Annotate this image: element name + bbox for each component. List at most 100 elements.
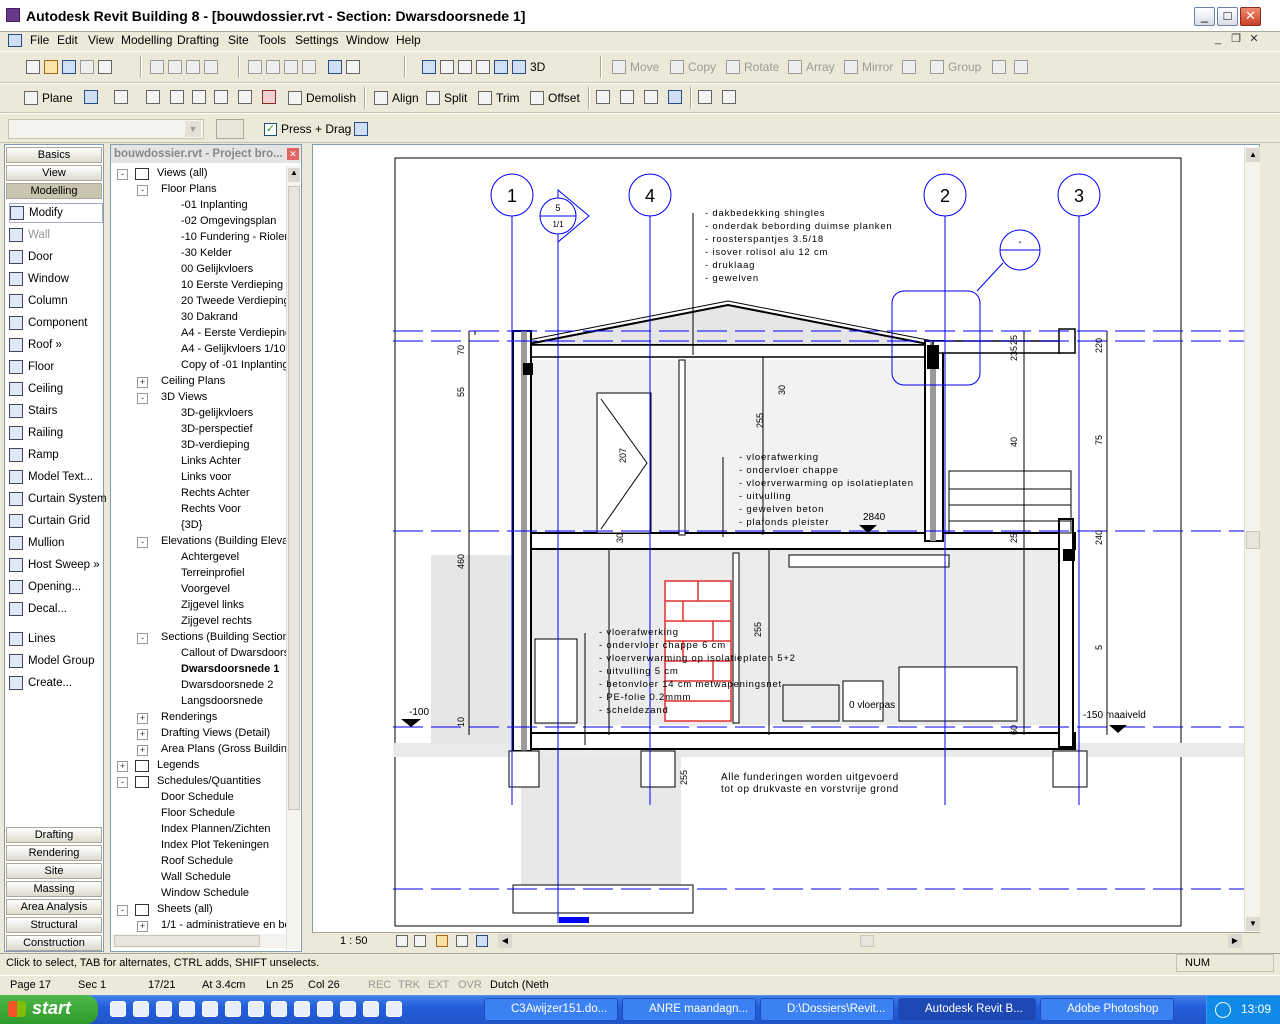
browser-horizontal-scrollbar[interactable] <box>112 934 286 948</box>
tool-ramp[interactable]: Ramp <box>9 445 103 465</box>
task-word-doc[interactable]: C3Awijzer151.do... <box>484 998 618 1021</box>
tab-structural[interactable]: Structural <box>6 917 102 933</box>
group-button[interactable]: Group <box>928 56 983 78</box>
align-button[interactable]: Align <box>372 87 421 109</box>
print-icon[interactable] <box>98 60 112 74</box>
cut-geometry-icon[interactable] <box>262 90 276 104</box>
move-button[interactable]: Move <box>610 56 661 78</box>
view-hscroll-thumb[interactable] <box>860 935 874 947</box>
tool-mullion[interactable]: Mullion <box>9 533 103 553</box>
word-icon[interactable] <box>271 1001 287 1017</box>
tree-view-item[interactable]: Copy of -01 Inplanting <box>181 359 289 371</box>
excel-icon[interactable] <box>202 1001 218 1017</box>
tree-view-item[interactable]: A4 - Gelijkvloers 1/10 <box>181 343 286 355</box>
dimension-value[interactable]: 10 <box>456 717 466 727</box>
tree-view-item[interactable]: Links Achter <box>181 455 241 467</box>
tree-category[interactable]: Drafting Views (Detail) <box>161 727 270 739</box>
tree-category[interactable]: Ceiling Plans <box>161 375 225 387</box>
tree-category[interactable]: Renderings <box>161 711 217 723</box>
tab-modelling[interactable]: Modelling <box>6 183 102 199</box>
tool-roof[interactable]: Roof » <box>9 335 103 355</box>
tree-expander[interactable]: - <box>117 169 128 180</box>
tool-lines[interactable]: Lines <box>9 629 103 649</box>
tree-view-item[interactable]: Links voor <box>181 471 231 483</box>
tree-view-item[interactable]: 3D-perspectief <box>181 423 253 435</box>
revit-app-icon[interactable] <box>6 8 20 22</box>
folder-icon[interactable] <box>225 1001 241 1017</box>
tree-view-item[interactable]: Wall Schedule <box>161 871 231 883</box>
new-icon[interactable] <box>26 60 40 74</box>
tool-curtain-system[interactable]: Curtain System <box>9 489 107 509</box>
dimension-icon[interactable] <box>146 90 160 104</box>
offset-button[interactable]: Offset <box>528 87 582 109</box>
tree-view-item[interactable]: Dwarsdoorsnede 2 <box>181 679 273 691</box>
tool-decal[interactable]: Decal... <box>9 599 103 619</box>
tree-view-item[interactable]: Callout of Dwarsdoors <box>181 647 289 659</box>
tool-railing[interactable]: Railing <box>9 423 103 443</box>
menu-modelling[interactable]: Modelling <box>121 33 172 47</box>
menu-window[interactable]: Window <box>346 33 389 47</box>
maximize-button[interactable]: □ <box>1217 7 1238 26</box>
menu-tools[interactable]: Tools <box>258 33 286 47</box>
dimension-value[interactable]: 235 <box>1009 346 1019 361</box>
tree-view-item[interactable]: Index Plot Tekeningen <box>161 839 269 851</box>
grid-icon[interactable] <box>84 90 98 104</box>
properties-button[interactable] <box>216 119 244 139</box>
crop-icon[interactable] <box>456 935 468 947</box>
browser-vertical-scrollbar[interactable]: ▲ <box>286 166 300 950</box>
rotate-button[interactable]: Rotate <box>724 56 781 78</box>
task-photoshop[interactable]: Adobe Photoshop <box>1040 998 1174 1021</box>
tree-view-item[interactable]: Window Schedule <box>161 887 249 899</box>
browser-hscroll-thumb[interactable] <box>114 935 260 947</box>
tree-view-item[interactable]: A4 - Eerste Verdieping <box>181 327 291 339</box>
tree-category[interactable]: Views (all) <box>157 167 208 179</box>
document-icon[interactable] <box>8 34 22 47</box>
filter-icon[interactable] <box>354 122 368 136</box>
tool-model-text[interactable]: Model Text... <box>9 467 103 487</box>
tab-massing[interactable]: Massing <box>6 881 102 897</box>
room-icon[interactable] <box>668 90 682 104</box>
press-drag-option[interactable]: ✓ Press + Drag <box>262 118 353 140</box>
tab-drafting[interactable]: Drafting <box>6 827 102 843</box>
trim-button[interactable]: Trim <box>476 87 522 109</box>
firefox-icon[interactable] <box>363 1001 379 1017</box>
tree-expander[interactable]: - <box>137 185 148 196</box>
tool-floor[interactable]: Floor <box>9 357 103 377</box>
menu-help[interactable]: Help <box>396 33 421 47</box>
doc-minimize-button[interactable]: _ <box>1210 33 1226 47</box>
array-button[interactable]: Array <box>786 56 837 78</box>
save-all-icon[interactable] <box>80 60 94 74</box>
tree-view-item[interactable]: Rechts Achter <box>181 487 249 499</box>
tree-expander[interactable]: + <box>137 745 148 756</box>
save-icon[interactable] <box>62 60 76 74</box>
tree-view-item[interactable]: Terreinprofiel <box>181 567 245 579</box>
tool-create[interactable]: Create... <box>9 673 103 693</box>
dimension-value[interactable]: 30 <box>777 385 787 395</box>
powerpoint-icon[interactable] <box>340 1001 356 1017</box>
tool-stairs[interactable]: Stairs <box>9 401 103 421</box>
dimension-value[interactable]: 30 <box>615 533 625 543</box>
tree-expander[interactable]: - <box>137 537 148 548</box>
tool-wall[interactable]: Wall <box>9 225 103 245</box>
tool-ceiling[interactable]: Ceiling <box>9 379 103 399</box>
tree-expander[interactable]: - <box>117 905 128 916</box>
tree-view-item[interactable]: 30 Dakrand <box>181 311 238 323</box>
linework-icon[interactable] <box>644 90 658 104</box>
task-revit[interactable]: Autodesk Revit B... <box>898 998 1036 1021</box>
tree-view-item[interactable]: 10 Eerste Verdieping <box>181 279 283 291</box>
model-graphics-icon[interactable] <box>414 935 426 947</box>
redo-list-icon[interactable] <box>302 60 316 74</box>
tree-view-item[interactable]: -01 Inplanting <box>181 199 248 211</box>
view-vscroll-thumb[interactable] <box>1246 531 1260 549</box>
tree-view-item[interactable]: Roof Schedule <box>161 855 233 867</box>
tray-expand-icon[interactable] <box>1215 1002 1231 1018</box>
tree-category[interactable]: Floor Plans <box>161 183 217 195</box>
outlook-icon[interactable] <box>248 1001 264 1017</box>
tree-view-item[interactable]: 20 Tweede Verdieping <box>181 295 290 307</box>
view-vertical-scrollbar[interactable]: ▲ ▼ <box>1244 147 1260 933</box>
dimension-value[interactable]: 75 <box>1094 435 1104 445</box>
tree-category[interactable]: Elevations (Building Eleva <box>161 535 288 547</box>
tree-category[interactable]: 3D Views <box>161 391 207 403</box>
tab-construction[interactable]: Construction <box>6 935 102 951</box>
mail-icon[interactable] <box>179 1001 195 1017</box>
